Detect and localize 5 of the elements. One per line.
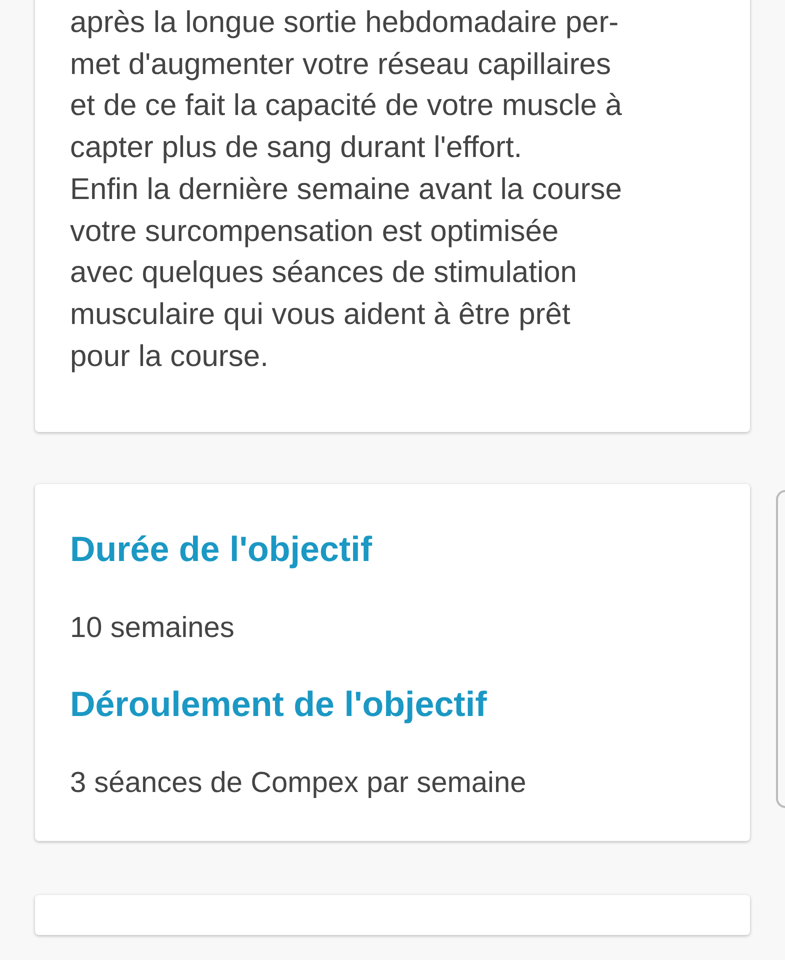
section-heading: Déroulement de l'objectif bbox=[70, 684, 488, 726]
description-text: après la longue sortie hebdomadaire per- met d'augmenter votre réseau capillaires et de ce fait la capacité de votre muscle à capter plus de sang durant l'effort. Enfin la dernière semaine avant la course votre surcompensation est optimisée avec quelques séances de stimulation musculaire qui vous aident à être prêt pour la course. bbox=[70, 5, 623, 375]
section-heading: Durée de l'objectif bbox=[70, 529, 374, 572]
section-value: 10 semaines bbox=[70, 611, 236, 646]
section-value: 3 séances de Compex par semaine bbox=[70, 766, 528, 801]
